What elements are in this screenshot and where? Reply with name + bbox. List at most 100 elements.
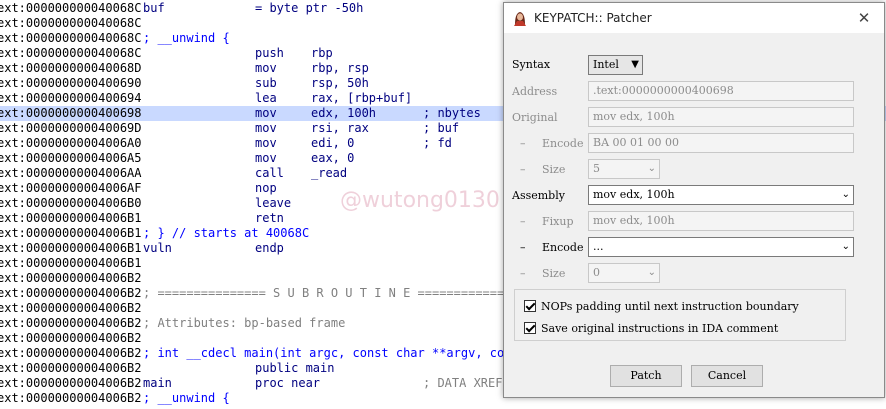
disasm-token: rbp bbox=[311, 46, 333, 60]
size-orig-dash: – bbox=[520, 163, 526, 176]
disasm-token: mov bbox=[255, 151, 277, 165]
disasm-token: _read bbox=[311, 166, 348, 180]
disasm-address: ext:00000000004006B1 bbox=[0, 226, 142, 240]
size-orig-label: Size bbox=[542, 163, 566, 176]
close-icon[interactable]: ✕ bbox=[854, 8, 874, 28]
disasm-address: ext:0000000000400690 bbox=[0, 76, 142, 90]
cancel-button[interactable]: Cancel bbox=[691, 365, 763, 387]
assembly-label: Assembly bbox=[512, 189, 565, 202]
disasm-token: edi, 0 bbox=[311, 136, 355, 150]
disasm-token: ; __unwind { bbox=[143, 391, 230, 405]
keypatch-dialog: KEYPATCH:: Patcher ✕ Syntax Intel ▼ Addr… bbox=[503, 2, 885, 398]
encode-new-value: ... bbox=[593, 240, 604, 253]
size-new-label: Size bbox=[542, 267, 566, 280]
disasm-address: ext:00000000004006A0 bbox=[0, 136, 142, 150]
chevron-down-icon[interactable]: ⌄ bbox=[842, 238, 850, 256]
watermark: @wutong0130 bbox=[340, 188, 500, 213]
syntax-label: Syntax bbox=[512, 58, 551, 71]
size-orig-select: 5 ⌄ bbox=[588, 159, 660, 179]
disasm-token: lea bbox=[255, 91, 277, 105]
fixup-dash: – bbox=[520, 215, 526, 228]
disasm-token: rbp, rsp bbox=[311, 61, 369, 75]
disasm-token: proc near bbox=[255, 376, 321, 390]
disasm-token: public main bbox=[255, 361, 335, 375]
encode-orig-dash: – bbox=[520, 137, 526, 150]
disasm-address: ext:00000000004006B2 bbox=[0, 301, 142, 315]
chevron-down-icon: ⌄ bbox=[647, 163, 656, 174]
disasm-token: endp bbox=[255, 241, 284, 255]
disasm-address: ext:00000000004006B2 bbox=[0, 331, 142, 345]
address-field: .text:0000000000400698 bbox=[588, 81, 854, 101]
disasm-address: ext:00000000004006B1 bbox=[0, 256, 142, 270]
nops-padding-label[interactable]: NOPs padding until next instruction boun… bbox=[541, 300, 799, 313]
save-comment-label[interactable]: Save original instructions in IDA commen… bbox=[541, 322, 778, 335]
disasm-address: ext:00000000004006B1 bbox=[0, 211, 142, 225]
nops-padding-checkbox[interactable] bbox=[524, 300, 536, 312]
disasm-address: ext:00000000004006A5 bbox=[0, 151, 142, 165]
disasm-address: ext:00000000004006B2 bbox=[0, 376, 142, 390]
syntax-value: Intel bbox=[593, 58, 619, 71]
address-value: .text:0000000000400698 bbox=[593, 84, 734, 97]
patch-button[interactable]: Patch bbox=[610, 365, 682, 387]
fixup-value: mov edx, 100h bbox=[593, 214, 675, 227]
disasm-token: ; nbytes bbox=[423, 106, 481, 120]
chevron-down-icon: ▼ bbox=[631, 59, 639, 70]
size-new-select: 0 ⌄ bbox=[588, 263, 660, 283]
disasm-token: eax, 0 bbox=[311, 151, 355, 165]
disasm-token: mov bbox=[255, 121, 277, 135]
encode-orig-label: Encode bbox=[542, 137, 584, 150]
assembly-input[interactable]: mov edx, 100h ⌄ bbox=[588, 185, 854, 205]
syntax-select[interactable]: Intel ▼ bbox=[588, 55, 643, 75]
original-value: mov edx, 100h bbox=[593, 110, 675, 123]
chevron-down-icon: ⌄ bbox=[647, 267, 656, 278]
disasm-token: nop bbox=[255, 181, 277, 195]
disasm-token: buf bbox=[143, 1, 165, 15]
encode-orig-field: BA 00 01 00 00 bbox=[588, 133, 854, 153]
disasm-address: ext:00000000004006B2 bbox=[0, 286, 142, 300]
disasm-token: mov bbox=[255, 61, 277, 75]
address-label: Address bbox=[512, 85, 558, 98]
dialog-title: KEYPATCH:: Patcher bbox=[534, 11, 652, 25]
disasm-token: sub bbox=[255, 76, 277, 90]
disasm-address: ext:000000000040068C bbox=[0, 46, 142, 60]
assembly-value: mov edx, 100h bbox=[593, 188, 675, 201]
disasm-address: ext:000000000040068C bbox=[0, 31, 142, 45]
size-orig-value: 5 bbox=[593, 162, 600, 175]
disasm-token: rsp, 50h bbox=[311, 76, 369, 90]
disasm-address: ext:00000000004006B2 bbox=[0, 271, 142, 285]
encode-new-dash: – bbox=[520, 241, 526, 254]
size-new-dash: – bbox=[520, 267, 526, 280]
disasm-token: call bbox=[255, 166, 284, 180]
disasm-token: ; Attributes: bp-based frame bbox=[143, 316, 346, 330]
size-new-value: 0 bbox=[593, 266, 600, 279]
disasm-address: ext:000000000040068D bbox=[0, 61, 142, 75]
encode-new-label: Encode bbox=[542, 241, 584, 254]
keypatch-logo-icon bbox=[512, 10, 528, 26]
encode-orig-value: BA 00 01 00 00 bbox=[593, 136, 680, 149]
disasm-address: ext:00000000004006B1 bbox=[0, 241, 142, 255]
disasm-token: retn bbox=[255, 211, 284, 225]
fixup-label: Fixup bbox=[542, 215, 574, 228]
disasm-address: ext:000000000040069D bbox=[0, 121, 142, 135]
disasm-token: edx, 100h bbox=[311, 106, 377, 120]
disasm-address: ext:000000000040068C bbox=[0, 16, 142, 30]
disasm-token: ; } // starts at 40068C bbox=[143, 226, 310, 240]
disasm-address: ext:00000000004006B0 bbox=[0, 196, 142, 210]
disasm-token: = byte ptr -50h bbox=[255, 1, 364, 15]
disasm-token: rax, [rbp+buf] bbox=[311, 91, 413, 105]
disasm-token: ; fd bbox=[423, 136, 452, 150]
disasm-address: ext:00000000004006B2 bbox=[0, 346, 142, 360]
encode-new-input[interactable]: ... ⌄ bbox=[588, 237, 854, 257]
disasm-token: ; __unwind { bbox=[143, 31, 230, 45]
save-comment-checkbox[interactable] bbox=[524, 322, 536, 334]
fixup-field: mov edx, 100h bbox=[588, 211, 854, 231]
disasm-address: ext:0000000000400694 bbox=[0, 91, 142, 105]
disasm-address: ext:00000000004006B2 bbox=[0, 361, 142, 375]
dialog-titlebar[interactable]: KEYPATCH:: Patcher ✕ bbox=[504, 3, 884, 33]
disasm-token: rsi, rax bbox=[311, 121, 369, 135]
disasm-address: ext:00000000004006AA bbox=[0, 166, 142, 180]
disasm-address: ext:0000000000400698 bbox=[0, 106, 142, 120]
chevron-down-icon[interactable]: ⌄ bbox=[842, 186, 850, 204]
disasm-token: vuln bbox=[143, 241, 172, 255]
disasm-address: ext:00000000004006B2 bbox=[0, 316, 142, 330]
